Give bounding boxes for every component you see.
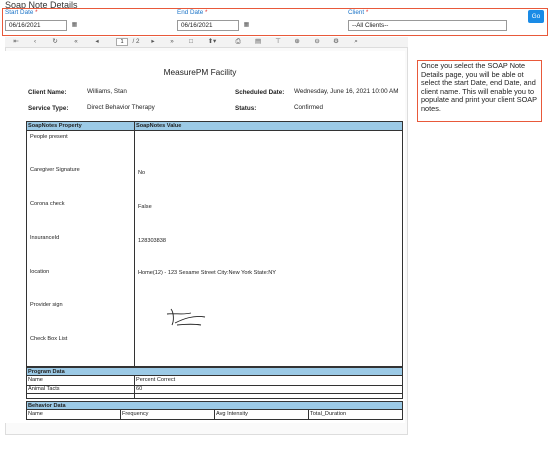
status-value: Confirmed [294, 104, 324, 111]
program-row-percent: 60 [136, 386, 143, 392]
property-value: False [138, 204, 152, 210]
end-date-label: End Date * [177, 9, 207, 16]
calendar-icon[interactable]: ▦ [70, 20, 79, 31]
row-divider [27, 393, 402, 394]
client-name-value: Williams, Stan [87, 88, 127, 95]
prev-page-icon[interactable]: ◂ [92, 37, 102, 47]
end-date-label-text: End Date [177, 9, 204, 16]
service-type-label: Service Type: [28, 105, 69, 112]
start-date-label-text: Start Date [5, 9, 34, 16]
property-name: People present [30, 134, 68, 140]
settings-icon[interactable]: ⚙ [331, 37, 341, 47]
page-view-icon[interactable]: □ [186, 37, 196, 47]
client-select[interactable]: --All Clients-- [348, 20, 507, 31]
property-name: Check Box List [30, 336, 68, 342]
next-page-icon[interactable]: ▸ [148, 37, 158, 47]
behavior-frequency-col: Frequency [122, 411, 149, 417]
end-date-input[interactable]: 06/16/2021 [177, 20, 239, 31]
calendar-icon[interactable]: ▦ [242, 20, 251, 31]
search-icon[interactable]: ⌕ [351, 37, 361, 47]
program-data-table: Program Data Name Percent Correct Animal… [26, 367, 403, 399]
page-total: / 2 [132, 38, 140, 45]
behavior-name-col: Name [28, 411, 43, 417]
property-name: Caregiver Signature [30, 167, 80, 173]
behavior-data-table: Behavior Data Name Frequency Avg Intensi… [26, 401, 403, 420]
start-date-label: Start Date * [5, 9, 38, 16]
behavior-intensity-col: Avg Intensity [216, 411, 248, 417]
report-toolbar: ⇤ ‹ ↻ « ◂ 1 / 2 ▸ » □ ⬆▾ ⎙ ▤ ⊤ ⊕ ⊖ ⚙ ⌕ [5, 37, 408, 47]
column-divider [308, 410, 309, 419]
column-divider [134, 376, 135, 398]
property-value: Home(12) - 123 Sesame Street City:New Yo… [138, 270, 277, 276]
export-icon[interactable]: ⬆▾ [205, 37, 219, 47]
scheduled-date-value: Wednesday, June 16, 2021 10:00 AM [294, 88, 399, 95]
property-name: Corona check [30, 201, 65, 207]
soap-value-header: SoapNotes Value [136, 123, 182, 129]
facility-name: MeasurePM Facility [163, 67, 237, 77]
program-row-name: Animal Tacts [28, 386, 60, 392]
back-icon[interactable]: ⇤ [11, 37, 21, 47]
soap-notes-table: SoapNotes Property SoapNotes Value Peopl… [26, 121, 403, 367]
refresh-icon[interactable]: ↻ [50, 37, 60, 47]
forward-icon[interactable]: ‹ [30, 37, 40, 47]
page-number-input[interactable]: 1 [116, 38, 128, 46]
client-name-label: Client Name: [28, 89, 67, 96]
required-mark: * [35, 9, 38, 16]
column-divider [214, 410, 215, 419]
status-label: Status: [235, 105, 257, 112]
row-divider [27, 385, 402, 386]
soap-note-details-page: Soap Note Details Start Date * 06/16/202… [0, 0, 557, 464]
filter-icon[interactable]: ⊤ [273, 37, 283, 47]
column-divider [120, 410, 121, 419]
property-name: InsuranceId [30, 235, 60, 241]
soap-notes-header: SoapNotes Property SoapNotes Value [27, 122, 402, 131]
column-divider [134, 122, 135, 366]
document-icon[interactable]: ▤ [253, 37, 263, 47]
property-name: location [30, 269, 50, 275]
client-label-text: Client [348, 9, 365, 16]
first-page-icon[interactable]: « [71, 37, 81, 47]
zoom-in-icon[interactable]: ⊕ [292, 37, 302, 47]
property-name: Provider sign [30, 302, 63, 308]
service-type-value: Direct Behavior Therapy [87, 104, 155, 111]
property-value: No [138, 170, 146, 176]
program-percent-col: Percent Correct [136, 377, 176, 383]
required-mark: * [205, 9, 208, 16]
program-data-header: Program Data [27, 368, 402, 376]
zoom-out-icon[interactable]: ⊖ [312, 37, 322, 47]
program-name-col: Name [28, 377, 43, 383]
behavior-duration-col: Total_Duration [310, 411, 347, 417]
print-icon[interactable]: ⎙ [233, 37, 243, 47]
soap-property-header: SoapNotes Property [28, 123, 82, 129]
scheduled-date-label: Scheduled Date: [235, 89, 285, 96]
last-page-icon[interactable]: » [167, 37, 177, 47]
client-label: Client * [348, 9, 368, 16]
provider-signature [166, 308, 206, 326]
behavior-data-header: Behavior Data [27, 402, 402, 410]
instruction-callout: Once you select the SOAP Note Details pa… [417, 60, 542, 122]
start-date-input[interactable]: 06/16/2021 [5, 20, 67, 31]
property-value: 128303838 [138, 238, 166, 244]
go-button[interactable]: Go [528, 10, 544, 23]
required-mark: * [365, 9, 369, 16]
